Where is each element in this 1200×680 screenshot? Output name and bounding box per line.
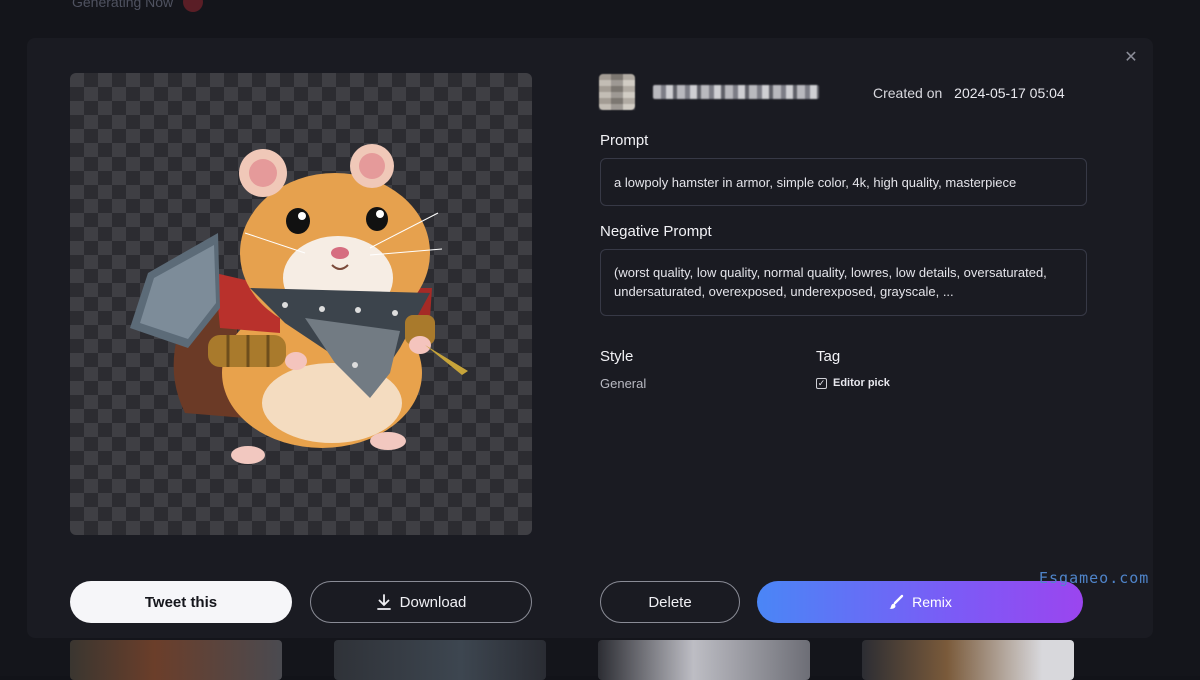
- remix-button[interactable]: Remix: [757, 581, 1083, 623]
- gallery-thumbnail[interactable]: [334, 640, 546, 680]
- delete-button[interactable]: Delete: [600, 581, 740, 623]
- negative-prompt-label: Negative Prompt: [600, 223, 712, 240]
- gallery-thumbnail[interactable]: [862, 640, 1074, 680]
- generating-now-label: Generating Now: [72, 0, 174, 10]
- brush-icon: [889, 594, 904, 609]
- tag-editor-pick-label: Editor pick: [833, 377, 890, 389]
- created-on: Created on 2024-05-17 05:04: [873, 85, 1065, 101]
- tag-editor-pick: ✓ Editor pick: [816, 377, 890, 389]
- gallery-thumbnail[interactable]: [598, 640, 810, 680]
- download-button-label: Download: [399, 593, 467, 611]
- download-button[interactable]: Download: [310, 581, 532, 623]
- delete-button-label: Delete: [648, 593, 692, 611]
- generating-now-header: Generating Now: [72, 0, 204, 12]
- tweet-button[interactable]: Tweet this: [70, 581, 292, 623]
- created-on-label: Created on: [873, 85, 943, 101]
- check-icon: ✓: [816, 377, 827, 389]
- prompt-text: a lowpoly hamster in armor, simple color…: [614, 174, 1017, 190]
- remix-button-label: Remix: [912, 594, 952, 610]
- gallery-thumbnails: [70, 640, 1074, 680]
- generated-image: [70, 73, 532, 535]
- generating-count-badge: [183, 0, 204, 12]
- watermark: Esgameo.com: [1039, 569, 1150, 587]
- creator-info: [599, 74, 819, 110]
- hamster-illustration: [130, 144, 468, 464]
- prompt-field[interactable]: a lowpoly hamster in armor, simple color…: [600, 158, 1087, 206]
- avatar[interactable]: [599, 74, 635, 110]
- download-icon: [376, 594, 391, 610]
- image-detail-modal: ✕ Tweet this Download Created on 2024-05…: [27, 38, 1153, 638]
- username-blurred[interactable]: [653, 85, 819, 99]
- style-label: Style: [600, 348, 634, 365]
- prompt-label: Prompt: [600, 132, 649, 149]
- negative-prompt-field[interactable]: (worst quality, low quality, normal qual…: [600, 249, 1087, 316]
- gallery-thumbnail[interactable]: [70, 640, 282, 680]
- close-icon[interactable]: ✕: [1123, 50, 1139, 66]
- style-value: General: [600, 376, 647, 391]
- tweet-button-label: Tweet this: [144, 593, 218, 611]
- negative-prompt-text: (worst quality, low quality, normal qual…: [614, 265, 1047, 299]
- created-on-value: 2024-05-17 05:04: [954, 85, 1065, 101]
- tag-label: Tag: [816, 348, 841, 365]
